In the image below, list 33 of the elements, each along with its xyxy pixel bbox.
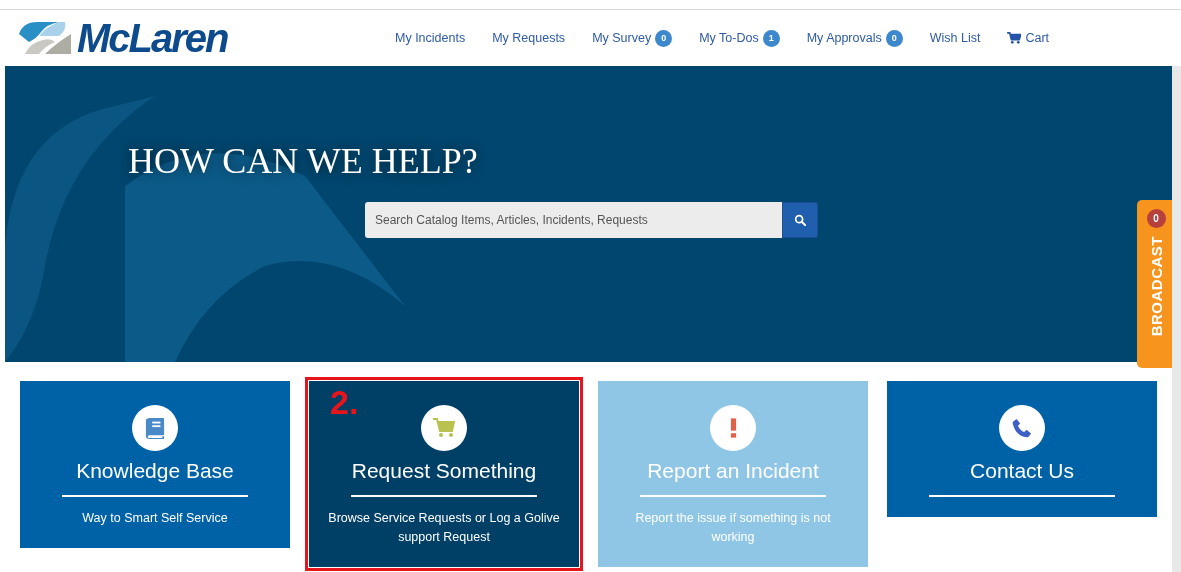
card-description: Browse Service Requests or Log a Golive support Request: [327, 510, 561, 546]
nav-link[interactable]: My Incidents: [395, 31, 466, 45]
phone-icon: [1012, 418, 1032, 438]
service-card[interactable]: Contact Us: [887, 381, 1157, 517]
card-title: Report an Incident: [647, 459, 819, 483]
count-badge: 0: [885, 29, 903, 47]
cart-icon: [433, 418, 455, 438]
broadcast-tab[interactable]: 0 BROADCAST: [1137, 200, 1175, 368]
count-badge: 0: [655, 29, 673, 47]
service-card[interactable]: Knowledge Base Way to Smart Self Service: [20, 381, 290, 548]
count-badge: 1: [762, 29, 780, 47]
scrollbar[interactable]: [1172, 66, 1181, 572]
hero-title: HOW CAN WE HELP?: [127, 140, 479, 182]
search-icon: [794, 214, 806, 226]
card-description: Report the issue if something is not working: [634, 510, 832, 546]
nav-link[interactable]: My To-Dos: [699, 31, 759, 45]
search-field[interactable]: Search Catalog Items, Articles, Incidents, Requests: [365, 202, 782, 238]
exclamation-icon: [729, 418, 737, 438]
cart-icon[interactable]: [1007, 32, 1022, 44]
card-description: Way to Smart Self Service: [82, 510, 228, 527]
nav-link[interactable]: My Requests: [492, 31, 566, 45]
card-title: Request Something: [351, 459, 537, 483]
step-annotation: 2.: [330, 383, 359, 422]
logo-text[interactable]: McLaren: [77, 15, 228, 61]
search-button[interactable]: [782, 202, 818, 238]
nav-link[interactable]: My Survey: [592, 31, 652, 45]
nav-link[interactable]: Cart: [1025, 31, 1050, 45]
book-icon: [145, 417, 165, 439]
count-badge: 0: [1146, 209, 1166, 228]
card-title: Knowledge Base: [76, 459, 234, 483]
nav-link[interactable]: My Approvals: [806, 31, 882, 45]
nav-link[interactable]: Wish List: [929, 31, 981, 45]
card-title: Contact Us: [970, 459, 1074, 483]
